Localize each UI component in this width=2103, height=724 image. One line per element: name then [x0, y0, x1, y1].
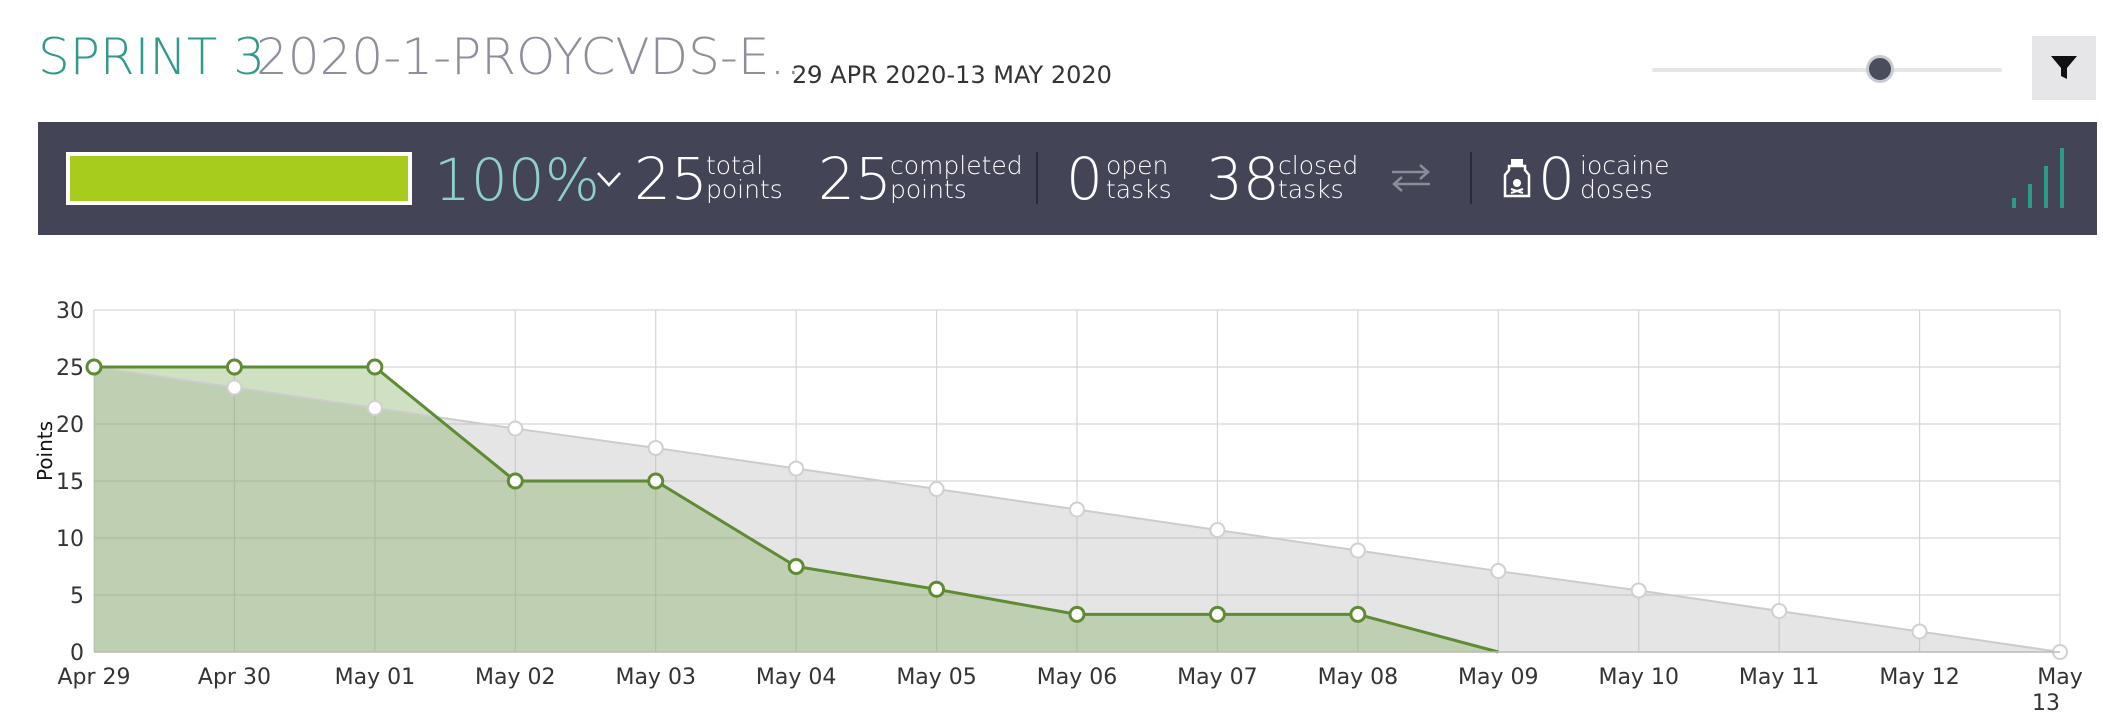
total-points-label-line2: points [706, 175, 783, 204]
x-tick-label: May 02 [475, 665, 555, 690]
total-points-value: 25 [634, 145, 708, 213]
actual-point [366, 358, 384, 376]
actual-point [1349, 605, 1367, 623]
y-tick-label: 30 [56, 299, 84, 324]
y-tick-label: 5 [70, 584, 84, 609]
x-tick-label: Apr 30 [198, 665, 271, 690]
stats-divider [1470, 152, 1472, 204]
ideal-point [788, 460, 805, 477]
x-tick-label: May 07 [1177, 665, 1257, 690]
y-tick-label: 10 [56, 527, 84, 552]
project-name[interactable]: 2020-1-PROYCVDS-E... [256, 28, 817, 86]
y-tick-label: 25 [56, 356, 84, 381]
actual-point [506, 472, 524, 490]
completed-points-label-line2: points [890, 175, 967, 204]
x-tick-label: May 03 [615, 665, 695, 690]
x-tick-label: May 06 [1037, 665, 1117, 690]
open-tasks-label: open tasks [1106, 153, 1172, 204]
ideal-point [928, 480, 945, 497]
ideal-point [1911, 623, 1928, 640]
iocaine-label-line2: doses [1580, 175, 1653, 204]
zoom-slider-track[interactable] [1652, 68, 2002, 72]
actual-point [928, 580, 946, 598]
closed-tasks-label-line2: tasks [1278, 175, 1344, 204]
x-tick-label: May [2037, 665, 2082, 690]
ideal-point [647, 439, 664, 456]
open-tasks-label-line2: tasks [1106, 175, 1172, 204]
x-tick-label: 13 [2032, 691, 2060, 716]
y-tick-label: 0 [70, 641, 84, 666]
chevron-down-icon[interactable] [594, 164, 624, 194]
x-tick-label: May 12 [1879, 665, 1959, 690]
stats-divider [1036, 152, 1038, 204]
iocaine-value: 0 [1538, 145, 1575, 213]
ideal-point [1771, 602, 1788, 619]
progress-fill [70, 156, 408, 201]
y-tick-label: 15 [56, 470, 84, 495]
completed-points-label: completed points [890, 153, 1023, 204]
open-tasks-value: 0 [1066, 145, 1103, 213]
x-tick-label: May 10 [1598, 665, 1678, 690]
y-axis-label: Points [33, 421, 57, 481]
ideal-point [366, 400, 383, 417]
burndown-chart-svg: 0 5 10 15 20 25 30 Apr 29 Apr 30 May 01 May 02 May … [33, 299, 2083, 716]
x-tick-label: May 11 [1739, 665, 1819, 690]
poison-bottle-icon [1503, 159, 1531, 198]
closed-tasks-label: closed tasks [1278, 153, 1358, 204]
sprint-stats-bar: 100% 25 total points 25 completed points… [38, 122, 2097, 235]
actual-point [85, 358, 103, 376]
actual-point [1208, 605, 1226, 623]
x-tick-label: May 04 [756, 665, 836, 690]
x-tick-label: May 01 [335, 665, 415, 690]
swap-arrows-icon[interactable] [1390, 162, 1432, 194]
actual-point [225, 358, 243, 376]
ideal-point [507, 420, 524, 437]
progress-percent: 100% [434, 146, 600, 214]
completed-points-value: 25 [818, 145, 892, 213]
sprint-dates: 29 APR 2020-13 MAY 2020 [792, 61, 1112, 89]
signal-bars-icon[interactable] [2010, 146, 2072, 210]
filter-button[interactable] [2032, 36, 2096, 100]
x-tick-label: May 05 [896, 665, 976, 690]
actual-point [787, 558, 805, 575]
ideal-point [1630, 582, 1647, 599]
y-tick-label: 20 [56, 413, 84, 438]
zoom-slider-handle[interactable] [1866, 55, 1894, 83]
sprint-header: SPRINT 3 2020-1-PROYCVDS-E... 29 APR 202… [0, 0, 2103, 120]
filter-icon [2051, 56, 2077, 79]
total-points-label: total points [706, 153, 783, 204]
progress-bar [66, 152, 412, 205]
ideal-point [1349, 542, 1366, 559]
x-tick-label: May 09 [1458, 665, 1538, 690]
sprint-name: SPRINT 3 [38, 28, 266, 86]
actual-point [1068, 605, 1086, 623]
ideal-point [1490, 563, 1507, 580]
iocaine-label: iocaine doses [1580, 153, 1669, 204]
x-tick-label: May 08 [1318, 665, 1398, 690]
actual-point [647, 472, 665, 490]
ideal-point [1069, 501, 1085, 518]
ideal-point [1209, 522, 1226, 539]
x-tick-label: Apr 29 [57, 665, 130, 690]
closed-tasks-value: 38 [1206, 145, 1280, 213]
ideal-point [226, 379, 243, 396]
burndown-chart: 0 5 10 15 20 25 30 Apr 29 Apr 30 May 01 May 02 May … [0, 268, 2103, 720]
